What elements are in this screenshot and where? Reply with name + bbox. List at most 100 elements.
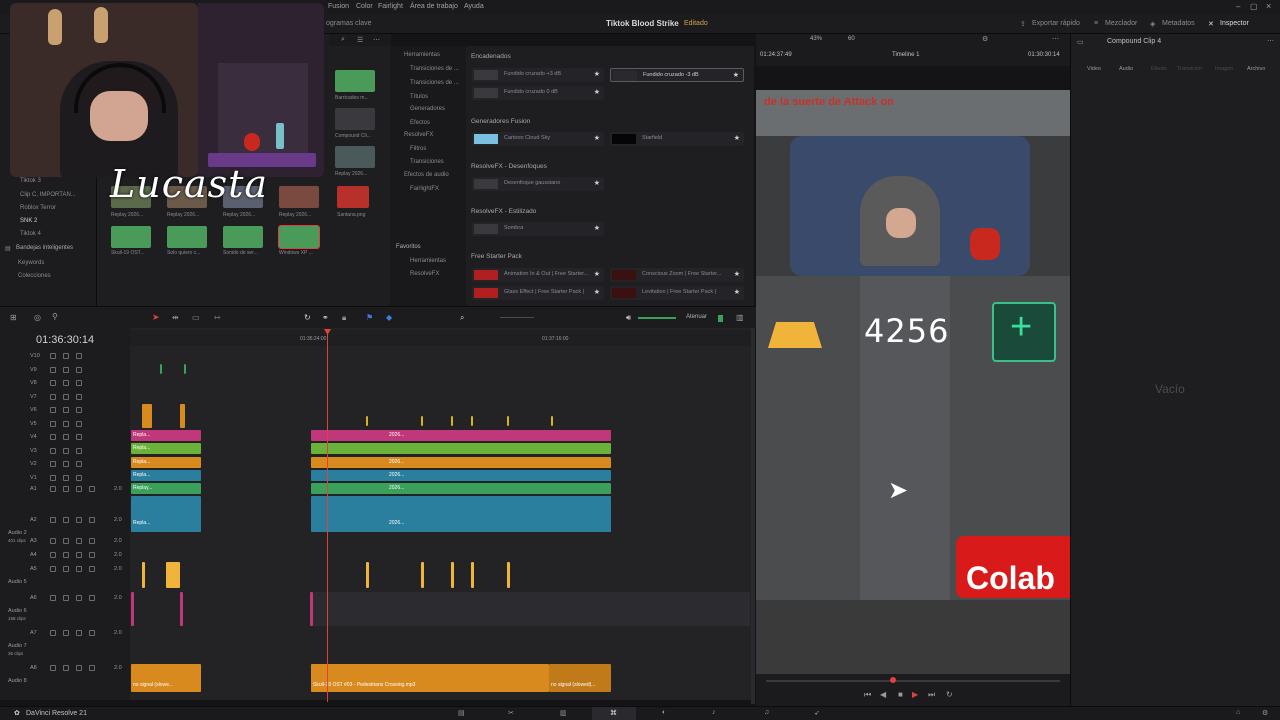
fx-node[interactable]: FairlightFX (410, 186, 439, 192)
page-fusion-active[interactable]: ⌘ (592, 707, 636, 720)
zoom-icon[interactable]: ⌕ (460, 313, 464, 323)
mixer-button[interactable]: Mezclador (1105, 20, 1137, 27)
mute-icon[interactable] (89, 486, 95, 492)
page-deliver-icon[interactable]: ♫ (764, 709, 769, 716)
video-track-header[interactable]: V4 (0, 431, 130, 445)
link-icon[interactable]: ⚭ (322, 313, 329, 322)
lock-icon[interactable]: 🔒︎ (342, 313, 346, 323)
marker-icon[interactable]: ◆ (386, 313, 392, 322)
more-icon[interactable]: ⋯ (1052, 35, 1059, 43)
home-icon[interactable]: ⌂ (1236, 709, 1240, 716)
lock-icon[interactable] (50, 420, 56, 427)
scrubber-handle[interactable] (890, 677, 896, 683)
inspector-tab-audio[interactable]: Audio (1119, 66, 1133, 72)
bin-item[interactable]: Clip C, IMPORTAN... (20, 192, 76, 198)
fx-node[interactable]: ResolveFX (410, 271, 439, 277)
stop-icon[interactable]: ■ (898, 690, 903, 699)
minimize-icon[interactable]: – (1236, 2, 1240, 11)
mute-icon[interactable] (89, 566, 95, 572)
fx-node[interactable]: Transiciones de ... (410, 80, 459, 86)
audio-link-icon[interactable] (63, 552, 69, 558)
audio-link-icon[interactable] (63, 630, 69, 636)
lock-icon[interactable] (50, 434, 56, 440)
audio-link-icon[interactable] (76, 447, 82, 454)
mute-icon[interactable] (89, 517, 95, 523)
smart-bin-item[interactable]: Colecciones (18, 273, 51, 279)
audio-track-header[interactable]: A7 2.0 Audio 7 36 clips (0, 627, 130, 656)
audio-link-icon[interactable] (76, 380, 82, 386)
search-icon[interactable]: ⌕ (341, 36, 345, 44)
go-to-end-icon[interactable]: ⏭ (928, 690, 935, 700)
fx-node[interactable]: ResolveFX (404, 132, 433, 138)
fps-value[interactable]: 60 (848, 36, 855, 42)
eye-icon[interactable] (63, 434, 69, 440)
fx-item[interactable]: Animation In & Out | Free Starter... ★ (472, 268, 604, 282)
more-icon[interactable]: ⋯ (373, 36, 380, 44)
video-track-header[interactable]: V6 (0, 404, 130, 418)
slide-tool-icon[interactable]: ⇿ (214, 313, 221, 322)
layout-icon[interactable]: ⊞ (10, 313, 17, 322)
eye-icon[interactable] (63, 353, 69, 359)
zoom-level[interactable]: 43% (810, 36, 822, 42)
audio-track-header[interactable]: A6 2.0 Audio 6 158 clips (0, 592, 130, 621)
eye-icon[interactable] (63, 447, 69, 454)
solo-icon[interactable] (76, 552, 82, 558)
video-track-header[interactable]: V8 (0, 377, 130, 391)
panel-icon[interactable]: ▥ (736, 313, 744, 322)
audio-track-header[interactable]: A1 2.0 (0, 483, 130, 497)
timeline-area[interactable] (130, 328, 754, 700)
fx-item-selected[interactable]: Fundido cruzado -3 dB ★ (610, 68, 744, 82)
volume-icon[interactable]: 🔊︎ (626, 313, 631, 323)
media-clip-thumb[interactable] (335, 146, 375, 168)
audio-clip-thumb[interactable] (167, 226, 207, 248)
eye-icon[interactable] (63, 461, 69, 467)
quick-export-button[interactable]: Exportar rápido (1032, 20, 1080, 27)
lock-icon[interactable] (50, 474, 56, 481)
page-color-icon[interactable]: ◐ (662, 709, 666, 716)
audio-link-icon[interactable] (76, 366, 82, 373)
viewer-options-icon[interactable]: ⚙ (982, 35, 988, 43)
fx-node[interactable]: Herramientas (404, 52, 440, 58)
eye-icon[interactable] (63, 407, 69, 413)
fx-item[interactable]: Starfield ★ (610, 132, 744, 146)
audio-link-icon[interactable] (76, 407, 82, 413)
audio-clip-thumb[interactable] (111, 226, 151, 248)
video-viewer[interactable]: de la suerte de Attack on 4256 + Colab ➤ (756, 90, 1070, 674)
fx-item[interactable]: Conscious Zoom | Free Starter... ★ (610, 268, 744, 282)
target-icon[interactable]: ◎ (34, 313, 41, 322)
audio-link-icon[interactable] (63, 595, 69, 601)
lock-icon[interactable] (50, 353, 56, 359)
mute-icon[interactable] (89, 552, 95, 558)
lock-icon[interactable] (50, 407, 56, 413)
audio-track-header[interactable]: A8 2.0 Audio 8 (0, 662, 130, 684)
fx-node[interactable]: Transiciones de ... (410, 66, 459, 72)
eye-icon[interactable] (63, 380, 69, 386)
loop-icon[interactable]: ↻ (946, 690, 953, 699)
timeline-ruler[interactable]: 01:36:24:00 01:37:16:00 (130, 330, 754, 346)
timeline-scrollbar[interactable] (751, 328, 755, 704)
fx-item[interactable]: Desenfoque gaussiano ★ (472, 177, 604, 191)
fx-node[interactable]: Efectos (410, 120, 430, 126)
audio-track-header[interactable]: A2 2.0 Audio 2 401 clips (0, 514, 130, 543)
lock-icon[interactable] (50, 538, 56, 544)
fx-node[interactable]: Herramientas (410, 258, 446, 264)
media-clip-thumb[interactable] (279, 186, 319, 208)
mixer-icon[interactable]: ≡ (1094, 20, 1098, 27)
video-track-header[interactable]: V2 (0, 458, 130, 472)
bin-item[interactable]: Tiktok 4 (20, 231, 41, 237)
lock-icon[interactable] (50, 486, 56, 492)
more-icon[interactable]: ⋯ (1267, 37, 1274, 45)
smart-bins-label[interactable]: Bandejas inteligentes (16, 245, 73, 251)
audio-track-header[interactable]: A4 2.0 (0, 549, 130, 563)
mute-icon[interactable] (89, 538, 95, 544)
maximize-icon[interactable]: ▢ (1250, 2, 1258, 11)
audio-link-icon[interactable] (63, 566, 69, 572)
select-tool-icon[interactable]: ➤ (152, 312, 160, 323)
favorites-header[interactable]: Favoritos (396, 244, 421, 250)
blade-tool-icon[interactable]: ▭ (192, 313, 200, 322)
audio-link-icon[interactable] (63, 538, 69, 544)
mute-icon[interactable] (89, 665, 95, 671)
solo-icon[interactable] (76, 538, 82, 544)
menu-fairlight[interactable]: Fairlight (378, 3, 403, 10)
lock-icon[interactable] (50, 380, 56, 386)
